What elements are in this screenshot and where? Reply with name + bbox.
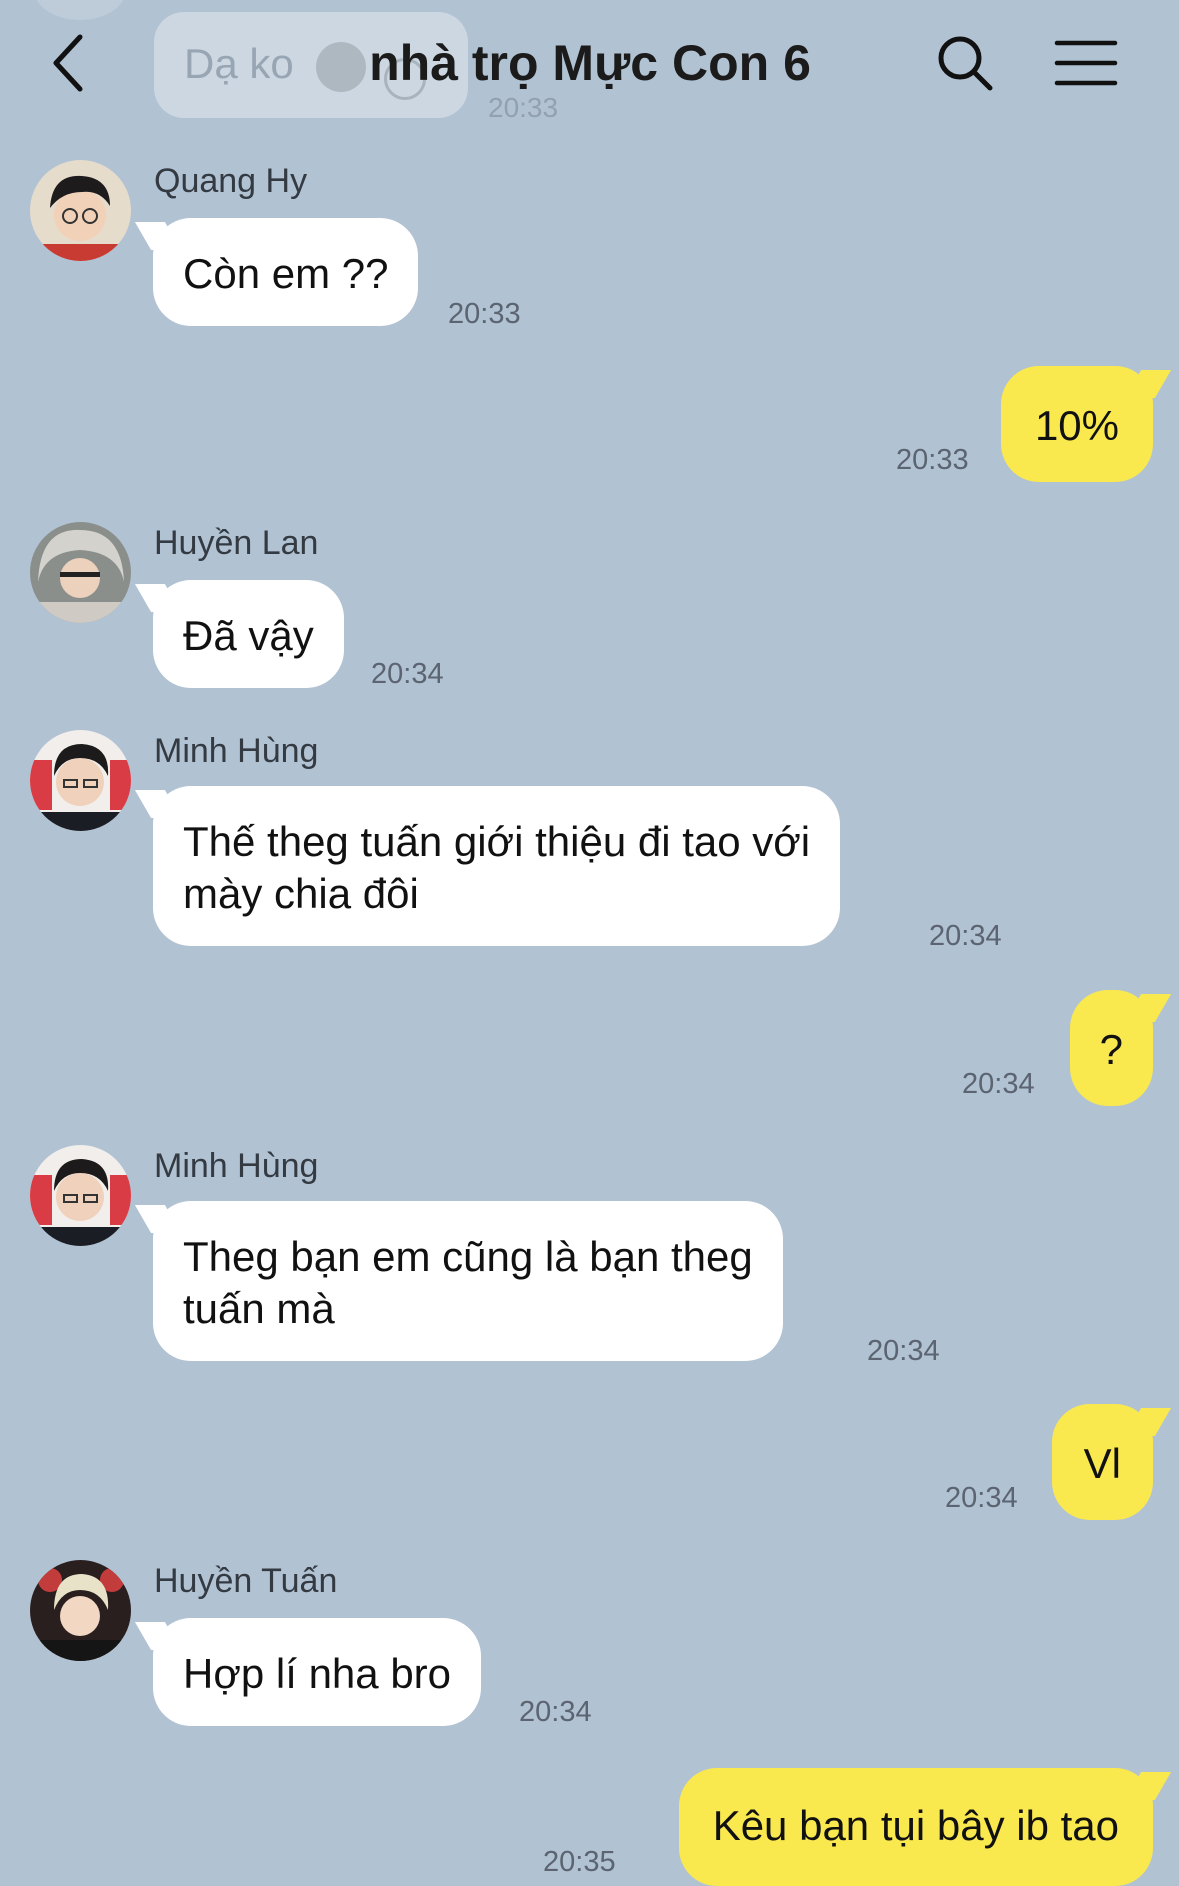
message-text: Đã vậy [183, 612, 314, 659]
message-time: 20:33 [896, 444, 969, 476]
message-time: 20:34 [867, 1335, 940, 1367]
message-bubble[interactable]: Đã vậy [153, 580, 344, 688]
sender-name: Minh Hùng [154, 732, 319, 770]
message-time: 20:33 [448, 298, 521, 330]
message-text: ? [1099, 1026, 1123, 1073]
search-icon [938, 36, 993, 91]
message-text-line: Thế theg tuấn giới thiệu đi tao với [183, 818, 811, 865]
message-bubble[interactable]: ? [1069, 990, 1153, 1106]
message-text-line: Theg bạn em cũng là bạn theg [183, 1233, 753, 1280]
chat-title: nhà trọ Mực Con 6 [369, 35, 811, 91]
message-text-line: mày chia đôi [183, 870, 419, 917]
menu-button[interactable] [1046, 28, 1126, 98]
message-bubble[interactable]: Hợp lí nha bro [153, 1618, 482, 1726]
message-text: 10% [1034, 402, 1119, 449]
message-text: Kêu bạn tụi bây ib tao [712, 1802, 1119, 1849]
message-text: Còn em ?? [183, 250, 389, 297]
message-bubble[interactable]: Còn em ?? [153, 218, 419, 326]
sender-name: Minh Hùng [154, 1147, 319, 1185]
search-button[interactable] [930, 28, 1000, 98]
message-time: 20:34 [945, 1482, 1018, 1514]
avatar [34, 0, 126, 20]
message-bubble[interactable]: Thế theg tuấn giới thiệu đi tao với mày … [153, 786, 841, 946]
sender-name: Huyền Tuấn [154, 1562, 338, 1600]
message-bubble[interactable]: Kêu bạn tụi bây ib tao [678, 1768, 1153, 1886]
avatar[interactable] [30, 1145, 131, 1246]
message-time: 20:34 [371, 658, 444, 690]
message-time: 20:34 [929, 920, 1002, 952]
message-bubble[interactable]: Vl [1051, 1404, 1153, 1520]
message-text: Vl [1083, 1440, 1121, 1487]
message-time: 20:34 [962, 1068, 1035, 1100]
message-bubble[interactable]: 10% [1000, 366, 1153, 482]
message-bubble[interactable]: Theg bạn em cũng là bạn theg tuấn mà [153, 1201, 783, 1361]
sender-name: Quang Hy [154, 162, 308, 200]
message-time: 20:33 [488, 92, 559, 123]
avatar[interactable] [30, 522, 131, 623]
back-arrow-icon [53, 34, 83, 92]
avatar[interactable] [30, 160, 131, 261]
message-text-line: tuấn mà [183, 1285, 335, 1332]
avatar[interactable] [30, 730, 131, 831]
sender-name: Huyền Lan [154, 524, 319, 562]
message-text: Hợp lí nha bro [183, 1650, 452, 1697]
menu-icon [1054, 40, 1118, 86]
avatar[interactable] [30, 1560, 131, 1661]
message-time: 20:35 [543, 1846, 616, 1878]
message-text: Dạ ko [184, 40, 294, 87]
back-button[interactable] [38, 28, 98, 98]
message-time: 20:34 [519, 1696, 592, 1728]
